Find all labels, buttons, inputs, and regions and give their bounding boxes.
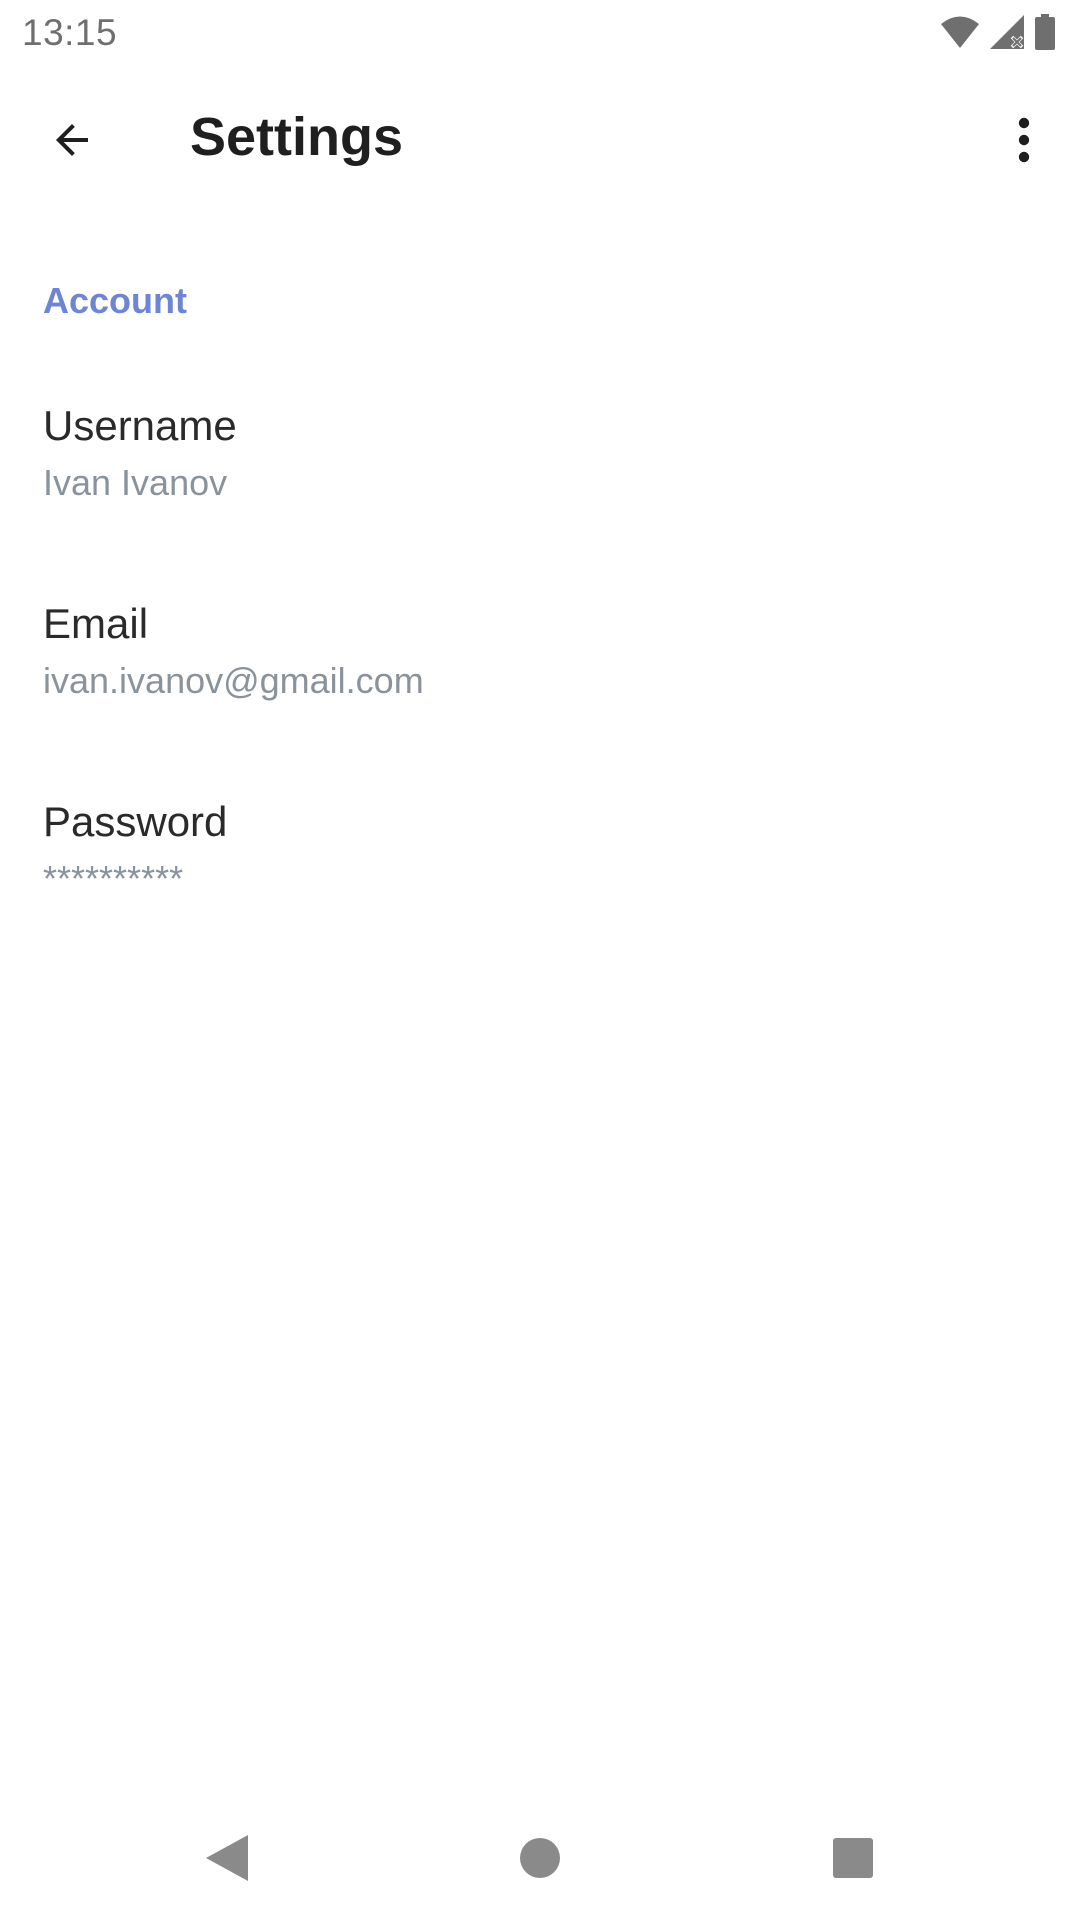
back-button[interactable] [30,100,114,184]
battery-icon [1034,14,1056,50]
preference-username[interactable]: Username Ivan Ivanov [0,382,1080,572]
preference-summary: Ivan Ivanov [43,462,228,503]
nav-home-icon [519,1837,561,1884]
nav-recents-icon [832,1837,874,1884]
status-bar: 13:15 [0,0,1080,64]
settings-screen: 13:15 Settings Account Username Ivan Iva… [0,0,1080,1920]
nav-home-button[interactable] [495,1820,585,1900]
cellular-signal-icon [988,14,1026,50]
status-time: 13:15 [22,12,118,53]
overflow-menu-button[interactable] [982,100,1066,184]
wifi-icon [940,15,980,49]
arrow-back-icon [48,116,96,169]
preference-summary: ********** [43,858,184,899]
status-icons [940,14,1056,50]
preference-summary: ivan.ivanov@gmail.com [43,660,424,701]
section-header-account: Account [43,280,187,321]
preference-title: Username [43,402,237,449]
more-vert-icon [1016,116,1032,169]
nav-recents-button[interactable] [808,1820,898,1900]
preference-title: Email [43,600,149,647]
preference-password[interactable]: Password ********** [0,780,1080,970]
preference-email[interactable]: Email ivan.ivanov@gmail.com [0,582,1080,772]
nav-back-button[interactable] [182,1820,272,1900]
page-title: Settings [190,107,404,167]
nav-back-icon [204,1833,250,1888]
navigation-bar [0,1800,1080,1920]
app-bar: Settings [0,64,1080,212]
preference-title: Password [43,798,228,845]
